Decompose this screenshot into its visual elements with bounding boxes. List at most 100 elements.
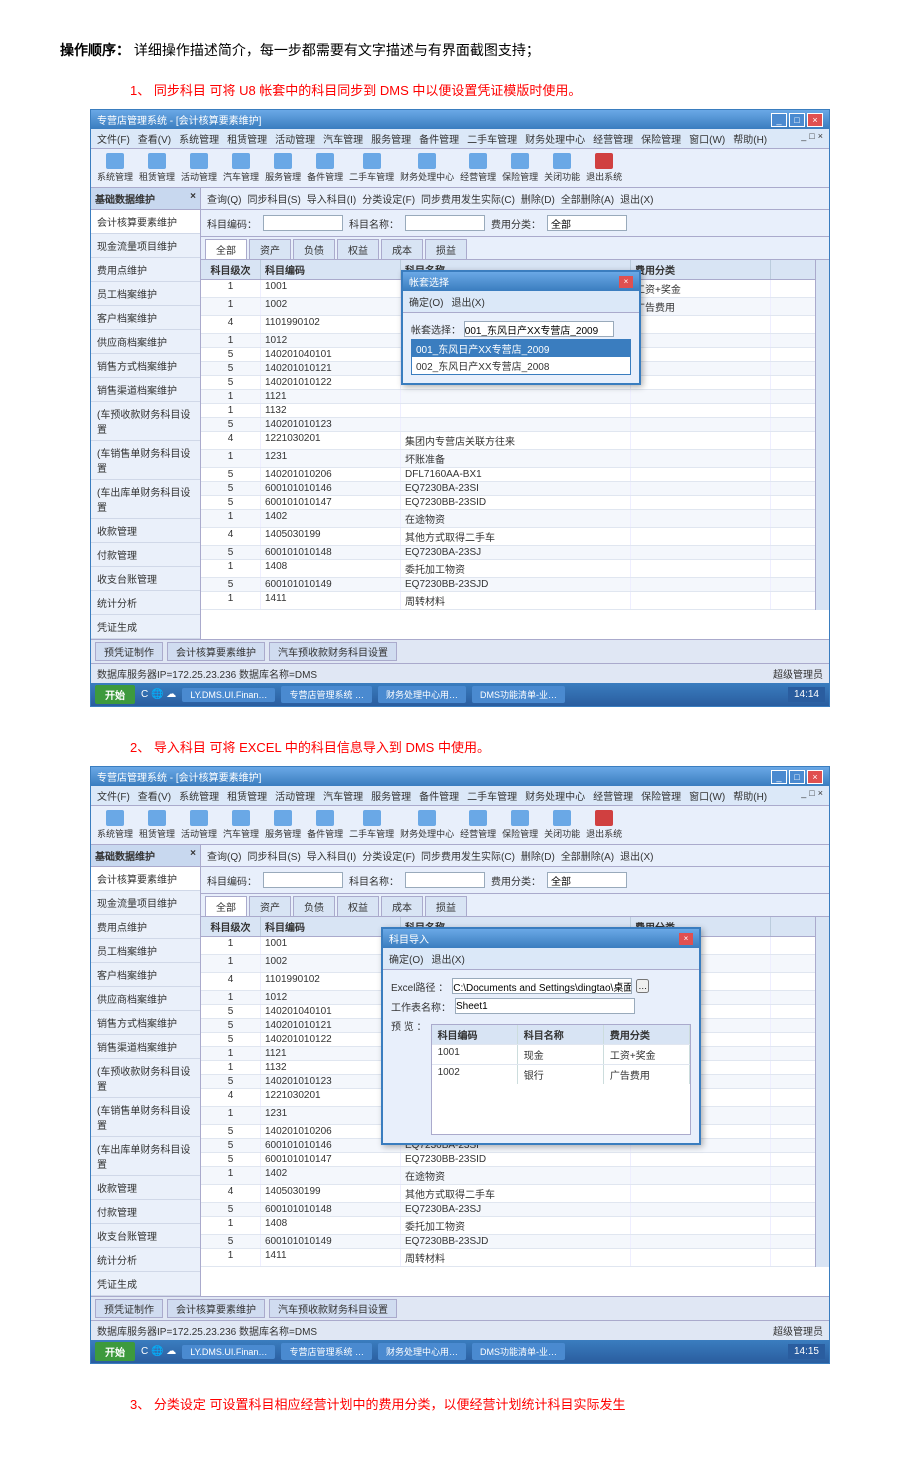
toolbar-item[interactable]: 活动管理 — [181, 153, 217, 183]
taskbar-item[interactable]: DMS功能清单-业… — [472, 1343, 565, 1360]
toolbar-item[interactable]: 活动管理 — [181, 810, 217, 840]
action-import[interactable]: 导入科目(I) — [307, 848, 356, 863]
filter-name-input[interactable] — [405, 215, 485, 231]
toolbar-item[interactable]: 汽车管理 — [223, 810, 259, 840]
menu-item[interactable]: 二手车管理 — [467, 131, 517, 146]
browse-button[interactable]: … — [636, 979, 649, 993]
tab[interactable]: 权益 — [337, 896, 379, 916]
mdi-max[interactable]: □ — [809, 131, 814, 146]
menu-item[interactable]: 系统管理 — [179, 788, 219, 803]
taskbar-item[interactable]: LY.DMS.UI.Finan… — [182, 1345, 275, 1359]
sidebar-item[interactable]: 费用点维护 — [91, 915, 200, 939]
sidebar-item[interactable]: 销售方式档案维护 — [91, 354, 200, 378]
table-row[interactable]: 41221030201集团内专营店关联方往来 — [201, 432, 829, 450]
table-row[interactable]: 5600101010148EQ7230BA-23SJ — [201, 546, 829, 560]
bottom-tab[interactable]: 预凭证制作 — [95, 642, 163, 661]
toolbar-item[interactable]: 经营管理 — [460, 810, 496, 840]
toolbar-item[interactable]: 系统管理 — [97, 810, 133, 840]
taskbar-item[interactable]: 专营店管理系统 … — [281, 686, 372, 703]
menu-item[interactable]: 服务管理 — [371, 788, 411, 803]
menu-item[interactable]: 经营管理 — [593, 788, 633, 803]
table-row[interactable]: 11402在途物资 — [201, 510, 829, 528]
taskbar-item[interactable]: LY.DMS.UI.Finan… — [182, 688, 275, 702]
sidebar-item[interactable]: 统计分析 — [91, 1248, 200, 1272]
sidebar-item[interactable]: 客户档案维护 — [91, 306, 200, 330]
toolbar-item[interactable]: 备件管理 — [307, 153, 343, 183]
sidebar-item[interactable]: 凭证生成 — [91, 1272, 200, 1296]
taskbar-item[interactable]: DMS功能清单-业… — [472, 686, 565, 703]
menu-item[interactable]: 系统管理 — [179, 131, 219, 146]
toolbar-item[interactable]: 退出系统 — [586, 810, 622, 840]
dialog-exit-button[interactable]: 退出(X) — [431, 951, 464, 966]
maximize-button[interactable]: □ — [789, 770, 805, 784]
menu-item[interactable]: 保险管理 — [641, 131, 681, 146]
account-set-select[interactable] — [464, 321, 614, 337]
mdi-min[interactable]: _ — [801, 131, 806, 146]
dropdown-option[interactable]: 001_东风日产XX专营店_2009 — [412, 340, 630, 357]
table-row[interactable]: 11121 — [201, 390, 829, 404]
bottom-tab[interactable]: 会计核算要素维护 — [167, 642, 265, 661]
taskbar-item[interactable]: 财务处理中心用… — [378, 686, 466, 703]
table-row[interactable]: 11408委托加工物资 — [201, 560, 829, 578]
action-classify[interactable]: 分类设定(F) — [362, 191, 415, 206]
taskbar-item[interactable]: 财务处理中心用… — [378, 1343, 466, 1360]
table-row[interactable]: 41405030199其他方式取得二手车 — [201, 528, 829, 546]
toolbar-item[interactable]: 退出系统 — [586, 153, 622, 183]
filter-code-input[interactable] — [263, 872, 343, 888]
sidebar-item[interactable]: (车出库单财务科目设置 — [91, 480, 200, 519]
menu-item[interactable]: 租赁管理 — [227, 131, 267, 146]
table-row[interactable]: 5600101010146EQ7230BA-23SI — [201, 482, 829, 496]
vertical-scrollbar[interactable] — [815, 260, 829, 610]
toolbar-item[interactable]: 保险管理 — [502, 810, 538, 840]
start-button[interactable]: 开始 — [95, 685, 135, 704]
filter-cat-select[interactable] — [547, 215, 627, 231]
vertical-scrollbar[interactable] — [815, 917, 829, 1267]
table-row[interactable]: 5600101010149EQ7230BB-23SJD — [201, 578, 829, 592]
tab[interactable]: 全部 — [205, 239, 247, 259]
bottom-tab[interactable]: 汽车预收款财务科目设置 — [269, 642, 397, 661]
menu-item[interactable]: 查看(V) — [138, 131, 171, 146]
taskbar-item[interactable]: 专营店管理系统 … — [281, 1343, 372, 1360]
menu-item[interactable]: 查看(V) — [138, 788, 171, 803]
action-sync[interactable]: 同步科目(S) — [247, 191, 300, 206]
toolbar-item[interactable]: 财务处理中心 — [400, 153, 454, 183]
toolbar-item[interactable]: 二手车管理 — [349, 153, 394, 183]
tab[interactable]: 损益 — [425, 239, 467, 259]
sidebar-item[interactable]: 收款管理 — [91, 519, 200, 543]
sidebar-item[interactable]: 收支台账管理 — [91, 567, 200, 591]
action-classify[interactable]: 分类设定(F) — [362, 848, 415, 863]
toolbar-item[interactable]: 租赁管理 — [139, 153, 175, 183]
toolbar-item[interactable]: 财务处理中心 — [400, 810, 454, 840]
mdi-close[interactable]: × — [818, 131, 823, 146]
dialog-ok-button[interactable]: 确定(O) — [409, 294, 443, 309]
action-import[interactable]: 导入科目(I) — [307, 191, 356, 206]
sidebar-item[interactable]: 付款管理 — [91, 1200, 200, 1224]
menu-item[interactable]: 保险管理 — [641, 788, 681, 803]
minimize-button[interactable]: _ — [771, 770, 787, 784]
sidebar-item[interactable]: 客户档案维护 — [91, 963, 200, 987]
sidebar-item[interactable]: (车销售单财务科目设置 — [91, 1098, 200, 1137]
sidebar-item[interactable]: (车预收款财务科目设置 — [91, 1059, 200, 1098]
sidebar-item[interactable]: 供应商档案维护 — [91, 987, 200, 1011]
table-row[interactable]: 11132 — [201, 404, 829, 418]
toolbar-item[interactable]: 租赁管理 — [139, 810, 175, 840]
toolbar-item[interactable]: 经营管理 — [460, 153, 496, 183]
table-row[interactable]: 11411周转材料 — [201, 592, 829, 610]
toolbar-item[interactable]: 服务管理 — [265, 810, 301, 840]
sidebar-item[interactable]: 员工档案维护 — [91, 282, 200, 306]
table-row[interactable]: 11231坏账准备 — [201, 450, 829, 468]
sidebar-item[interactable]: 统计分析 — [91, 591, 200, 615]
table-row[interactable]: 11411周转材料 — [201, 1249, 829, 1267]
tab[interactable]: 负债 — [293, 239, 335, 259]
table-row[interactable]: 11402在途物资 — [201, 1167, 829, 1185]
table-row[interactable]: 5600101010148EQ7230BA-23SJ — [201, 1203, 829, 1217]
mdi-max[interactable]: □ — [809, 788, 814, 803]
action-sync[interactable]: 同步科目(S) — [247, 848, 300, 863]
tab[interactable]: 成本 — [381, 896, 423, 916]
menu-item[interactable]: 租赁管理 — [227, 788, 267, 803]
mdi-min[interactable]: _ — [801, 788, 806, 803]
menu-item[interactable]: 活动管理 — [275, 131, 315, 146]
quick-launch[interactable]: C 🌐 ☁ — [141, 1346, 176, 1357]
table-row[interactable]: 5140201010123 — [201, 418, 829, 432]
sidebar-item[interactable]: 现金流量项目维护 — [91, 891, 200, 915]
